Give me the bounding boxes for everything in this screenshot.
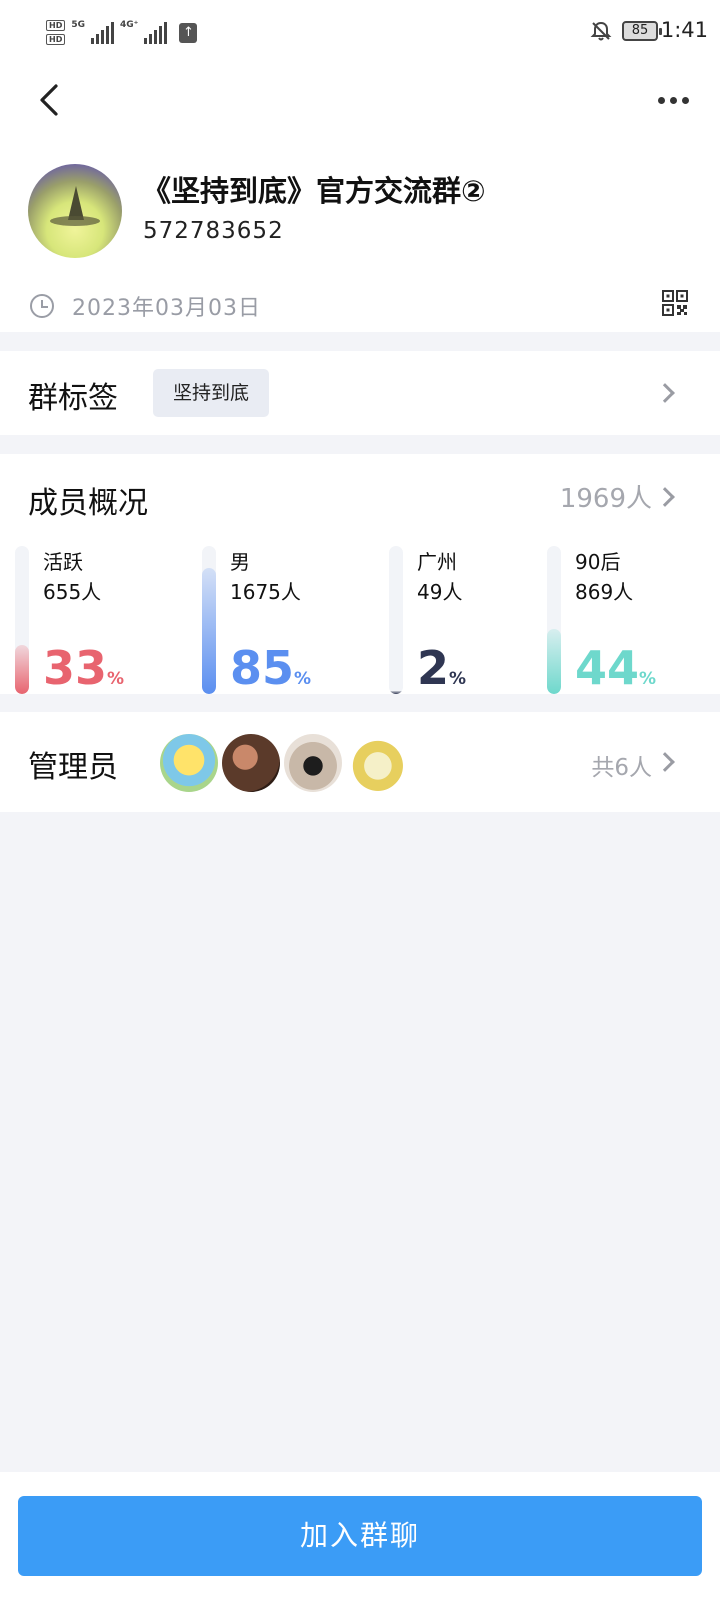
tag-chip: 坚持到底 <box>153 369 270 417</box>
admin-avatar[interactable] <box>222 734 280 792</box>
member-section-title: 成员概况 <box>28 486 148 521</box>
hd-badge: HD <box>46 34 66 45</box>
status-right: 85 1:41 <box>590 18 708 42</box>
stat-percent: 85% <box>230 642 311 705</box>
stat-label: 广州 <box>417 550 457 574</box>
status-left: HD HD 5G 4G⁺ ↑ <box>46 20 198 45</box>
stat-count: 49人 <box>417 580 463 604</box>
qr-code-icon[interactable] <box>662 290 688 316</box>
stat-male: 男 1675人 85% <box>202 546 372 694</box>
stat-label: 男 <box>230 550 250 574</box>
stat-bar-fill <box>389 691 403 694</box>
admin-avatar[interactable] <box>160 734 218 792</box>
clock-icon <box>30 294 54 318</box>
stat-percent-value: 2 <box>417 641 450 695</box>
admin-total: 共6人 <box>591 755 652 781</box>
admin-avatars <box>160 734 404 792</box>
stat-age: 90后 869人 44% <box>547 546 717 694</box>
member-count: 1969人 <box>559 484 652 514</box>
stat-bar-fill <box>202 568 216 694</box>
stat-percent-unit: % <box>639 669 657 689</box>
admin-section[interactable]: 管理员 共6人 <box>0 712 720 812</box>
network-type: 4G⁺ <box>120 20 139 30</box>
stat-label: 90后 <box>575 550 621 574</box>
stat-count: 655人 <box>43 580 102 604</box>
more-button[interactable] <box>648 80 698 120</box>
stat-percent: 33% <box>43 642 124 705</box>
stat-count: 869人 <box>575 580 634 604</box>
stat-percent: 44% <box>575 642 656 705</box>
stat-bar-track <box>202 546 216 694</box>
stat-bar-track <box>389 546 403 694</box>
stat-bar-fill <box>15 645 29 694</box>
chevron-right-icon <box>655 752 675 772</box>
back-arrow-icon <box>40 84 58 116</box>
stat-label: 活跃 <box>43 550 83 574</box>
created-date: 2023年03月03日 <box>72 296 261 321</box>
stat-count: 1675人 <box>230 580 301 604</box>
signal-icon <box>144 21 168 44</box>
stat-percent-unit: % <box>107 669 125 689</box>
battery-icon: 85 <box>622 21 662 41</box>
stat-percent: 2% <box>417 642 466 705</box>
hd-badge: HD <box>46 20 66 31</box>
chevron-right-icon <box>655 383 675 403</box>
back-button[interactable] <box>30 80 70 120</box>
created-date-row: 2023年03月03日 <box>30 290 261 322</box>
chevron-right-icon <box>655 487 675 507</box>
stat-percent-value: 33 <box>43 641 108 695</box>
group-name: 《坚持到底》官方交流群② <box>142 174 486 208</box>
admin-section-title: 管理员 <box>28 750 118 785</box>
upload-icon: ↑ <box>179 22 198 43</box>
network-type: 5G <box>71 20 85 30</box>
more-icon <box>681 96 689 104</box>
stat-percent-value: 44 <box>575 641 640 695</box>
clock-time: 1:41 <box>660 18 708 42</box>
member-overview-section[interactable]: 成员概况 1969人 活跃 655人 33% 男 1675人 85% 广州 49… <box>0 454 720 694</box>
stat-percent-unit: % <box>449 669 467 689</box>
more-icon <box>657 96 665 104</box>
mute-bell-icon <box>590 21 612 41</box>
stat-city: 广州 49人 2% <box>389 546 559 694</box>
stat-bar-track <box>547 546 561 694</box>
hd-badges: HD HD <box>46 20 66 45</box>
admin-avatar[interactable] <box>346 734 404 792</box>
tag-section-title: 群标签 <box>28 381 118 416</box>
stat-active: 活跃 655人 33% <box>15 546 185 694</box>
status-bar: HD HD 5G 4G⁺ ↑ 85 1:41 <box>0 0 720 70</box>
signal-icon <box>91 21 114 44</box>
stat-bar-fill <box>547 629 561 694</box>
more-icon <box>669 96 677 104</box>
admin-avatar[interactable] <box>284 734 342 792</box>
stat-percent-value: 85 <box>230 641 295 695</box>
bottom-bar: 加入群聊 <box>0 1472 720 1600</box>
group-id: 572783652 <box>143 218 284 244</box>
stat-bar-track <box>15 546 29 694</box>
join-group-button[interactable]: 加入群聊 <box>18 1496 702 1576</box>
group-avatar[interactable] <box>28 164 122 258</box>
group-tag-section[interactable]: 群标签 坚持到底 <box>0 351 720 435</box>
stat-percent-unit: % <box>294 669 312 689</box>
